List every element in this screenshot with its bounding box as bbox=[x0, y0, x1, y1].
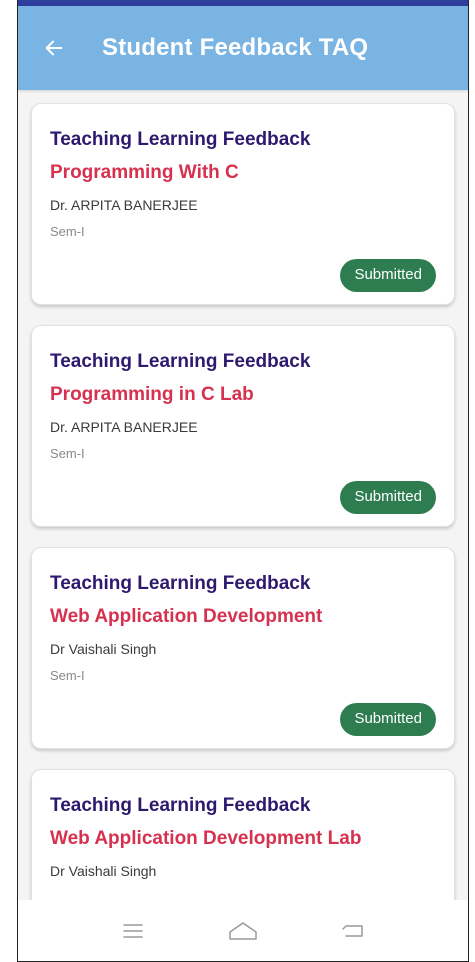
subject-name: Web Application Development Lab bbox=[50, 828, 362, 849]
status-badge: Submitted bbox=[340, 259, 436, 292]
teacher-name: Dr Vaishali Singh bbox=[50, 641, 157, 657]
page-title: Student Feedback TAQ bbox=[102, 34, 369, 61]
feedback-card[interactable]: Teaching Learning Feedback Web Applicati… bbox=[31, 547, 455, 749]
home-button[interactable] bbox=[218, 911, 268, 951]
status-badge: Submitted bbox=[340, 481, 436, 514]
system-back-button[interactable] bbox=[328, 911, 378, 951]
subject-name: Programming in C Lab bbox=[50, 384, 254, 405]
teacher-name: Dr Vaishali Singh bbox=[50, 863, 157, 879]
system-nav-bar bbox=[18, 900, 468, 962]
subject-name: Web Application Development bbox=[50, 606, 323, 627]
semester-label: Sem-I bbox=[50, 668, 85, 683]
recent-apps-button[interactable] bbox=[108, 911, 158, 951]
status-badge: Submitted bbox=[340, 703, 436, 736]
semester-label: Sem-I bbox=[50, 224, 85, 239]
feedback-card[interactable]: Teaching Learning Feedback Programming i… bbox=[31, 325, 455, 527]
subject-name: Programming With C bbox=[50, 162, 239, 183]
feedback-card[interactable]: Teaching Learning Feedback Web Applicati… bbox=[31, 769, 455, 902]
back-button[interactable] bbox=[32, 26, 76, 70]
phone-frame: Student Feedback TAQ Teaching Learning F… bbox=[0, 0, 475, 962]
home-icon bbox=[229, 922, 257, 940]
menu-icon bbox=[123, 924, 143, 938]
app-bar: Student Feedback TAQ bbox=[18, 6, 468, 90]
feedback-type: Teaching Learning Feedback bbox=[50, 129, 311, 150]
feedback-type: Teaching Learning Feedback bbox=[50, 795, 311, 816]
arrow-left-icon bbox=[45, 40, 63, 56]
feedback-card[interactable]: Teaching Learning Feedback Programming W… bbox=[31, 103, 455, 305]
app-screen: Student Feedback TAQ Teaching Learning F… bbox=[17, 0, 469, 962]
back-icon bbox=[342, 925, 363, 937]
feedback-type: Teaching Learning Feedback bbox=[50, 351, 311, 372]
teacher-name: Dr. ARPITA BANERJEE bbox=[50, 419, 198, 435]
feedback-type: Teaching Learning Feedback bbox=[50, 573, 311, 594]
feedback-list[interactable]: Teaching Learning Feedback Programming W… bbox=[18, 90, 468, 902]
semester-label: Sem-I bbox=[50, 446, 85, 461]
teacher-name: Dr. ARPITA BANERJEE bbox=[50, 197, 198, 213]
